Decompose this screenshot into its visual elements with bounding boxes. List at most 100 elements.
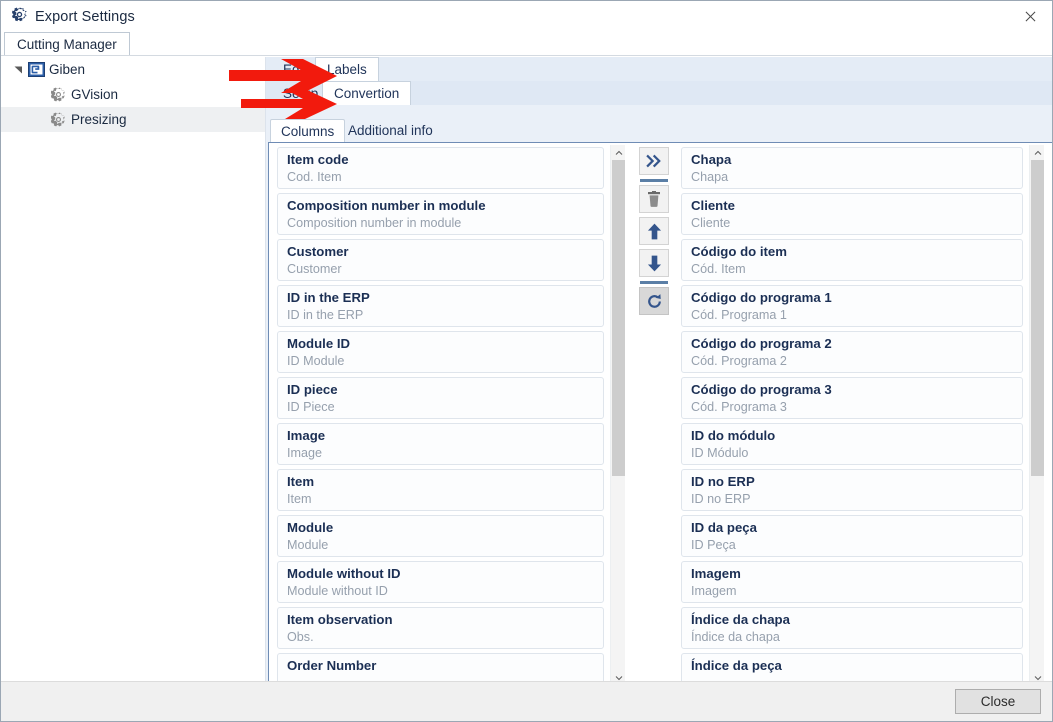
item-title: Module ID bbox=[287, 336, 351, 351]
tree-item-presizing[interactable]: Presizing bbox=[1, 107, 265, 132]
item-title: Índice da peça bbox=[691, 658, 782, 673]
item-subtitle: Cód. Programa 3 bbox=[691, 400, 787, 414]
tab-labels[interactable]: Labels bbox=[315, 57, 379, 81]
selected-column-item[interactable]: Código do item Cód. Item bbox=[681, 239, 1023, 281]
item-title: ID no ERP bbox=[691, 474, 755, 489]
gear-icon bbox=[49, 111, 67, 129]
item-subtitle: Customer bbox=[287, 262, 342, 276]
available-columns-items: Item code Cod. Item Composition number in … bbox=[271, 145, 610, 685]
available-column-item[interactable]: ID in the ERP ID in the ERP bbox=[277, 285, 604, 327]
selected-column-item[interactable]: Índice da chapa Índice da chapa bbox=[681, 607, 1023, 649]
tree-item-label: GVision bbox=[71, 87, 119, 102]
tab-setup[interactable]: Setup bbox=[272, 81, 329, 105]
item-title: Composition number in module bbox=[287, 198, 486, 213]
move-up-button[interactable] bbox=[639, 217, 669, 245]
item-subtitle: Module without ID bbox=[287, 584, 388, 598]
item-subtitle: ID Módulo bbox=[691, 446, 749, 460]
scrollbar-thumb[interactable] bbox=[612, 160, 625, 477]
selected-columns-items: Chapa Chapa Cliente Cliente Código do item Có… bbox=[675, 145, 1029, 685]
item-title: Código do programa 2 bbox=[691, 336, 832, 351]
tab-label: Cutting Manager bbox=[17, 37, 117, 52]
item-subtitle: Composition number in module bbox=[287, 216, 462, 230]
selected-column-item[interactable]: Cliente Cliente bbox=[681, 193, 1023, 235]
item-subtitle: Cód. Programa 2 bbox=[691, 354, 787, 368]
tab-columns[interactable]: Columns bbox=[270, 119, 346, 142]
scrollbar-thumb[interactable] bbox=[1031, 160, 1044, 477]
tab-convertion[interactable]: Convertion bbox=[322, 81, 412, 105]
selected-column-item[interactable]: Chapa Chapa bbox=[681, 147, 1023, 189]
gear-icon bbox=[49, 86, 67, 104]
close-button[interactable]: Close bbox=[955, 689, 1041, 714]
selected-columns-list[interactable]: Chapa Chapa Cliente Cliente Código do item Có… bbox=[675, 145, 1044, 685]
available-column-item[interactable]: Module Module bbox=[277, 515, 604, 557]
item-subtitle: Cliente bbox=[691, 216, 731, 230]
selected-column-item[interactable]: ID da peça ID Peça bbox=[681, 515, 1023, 557]
transfer-button-column bbox=[639, 147, 671, 322]
button-separator bbox=[640, 179, 668, 182]
available-column-item[interactable]: Item observation Obs. bbox=[277, 607, 604, 649]
title-bar: Export Settings bbox=[1, 1, 1052, 33]
item-subtitle: Obs. bbox=[287, 630, 314, 644]
available-column-item[interactable]: Item code Cod. Item bbox=[277, 147, 604, 189]
available-columns-scrollbar[interactable] bbox=[610, 145, 625, 685]
tree-item-gvision[interactable]: GVision bbox=[1, 82, 265, 107]
button-separator bbox=[640, 281, 668, 284]
settings-tree: Giben GVision Presizing bbox=[1, 57, 265, 682]
tab-label: Convertion bbox=[334, 86, 400, 101]
selected-column-item[interactable]: Imagem Imagem bbox=[681, 561, 1023, 603]
tab-additional-info[interactable]: Additional info bbox=[338, 119, 443, 142]
item-subtitle: ID Peça bbox=[691, 538, 736, 552]
close-icon[interactable] bbox=[1009, 1, 1052, 32]
available-column-item[interactable]: Module without ID Module without ID bbox=[277, 561, 604, 603]
footer-bar: Close bbox=[1, 681, 1052, 721]
expander-collapse-icon[interactable] bbox=[11, 63, 25, 77]
item-title: Índice da chapa bbox=[691, 612, 790, 627]
selected-column-item[interactable]: ID no ERP ID no ERP bbox=[681, 469, 1023, 511]
available-column-item[interactable]: Image Image bbox=[277, 423, 604, 465]
available-columns-list[interactable]: Item code Cod. Item Composition number in … bbox=[271, 145, 625, 685]
delete-button[interactable] bbox=[639, 185, 669, 213]
outer-tab-strip: Cutting Manager bbox=[1, 32, 1052, 56]
tab-edit[interactable]: Edit bbox=[272, 57, 317, 81]
selected-column-item[interactable]: ID do módulo ID Módulo bbox=[681, 423, 1023, 465]
export-settings-window: Export Settings Cutting Manager Giben GV… bbox=[0, 0, 1053, 722]
selected-column-item[interactable]: Código do programa 1 Cód. Programa 1 bbox=[681, 285, 1023, 327]
item-title: Customer bbox=[287, 244, 349, 259]
selected-column-item[interactable]: Código do programa 3 Cód. Programa 3 bbox=[681, 377, 1023, 419]
tree-item-giben[interactable]: Giben bbox=[1, 57, 265, 82]
item-subtitle: Module bbox=[287, 538, 329, 552]
item-title: Cliente bbox=[691, 198, 735, 213]
available-column-item[interactable]: Composition number in module Composition … bbox=[277, 193, 604, 235]
tab-group-setup-convertion: Setup Convertion bbox=[266, 81, 1052, 105]
available-column-item[interactable]: Module ID ID Module bbox=[277, 331, 604, 373]
item-subtitle: Índice da chapa bbox=[691, 630, 780, 644]
move-right-button[interactable] bbox=[639, 147, 669, 175]
window-title: Export Settings bbox=[35, 9, 135, 25]
item-subtitle: Cod. Item bbox=[287, 170, 342, 184]
item-subtitle: Imagem bbox=[691, 584, 737, 598]
item-title: Module without ID bbox=[287, 566, 401, 581]
available-column-item[interactable]: ID piece ID Piece bbox=[277, 377, 604, 419]
item-subtitle: Image bbox=[287, 446, 323, 460]
tree-item-label: Presizing bbox=[71, 112, 127, 127]
item-subtitle: Item bbox=[287, 492, 312, 506]
selected-column-item[interactable]: Código do programa 2 Cód. Programa 2 bbox=[681, 331, 1023, 373]
selected-columns-scrollbar[interactable] bbox=[1029, 145, 1044, 685]
item-subtitle: ID Module bbox=[287, 354, 345, 368]
tab-cutting-manager[interactable]: Cutting Manager bbox=[4, 32, 130, 56]
move-down-button[interactable] bbox=[639, 249, 669, 277]
item-subtitle: ID Piece bbox=[287, 400, 335, 414]
gear-icon bbox=[12, 7, 27, 27]
item-title: Item bbox=[287, 474, 315, 489]
item-title: ID piece bbox=[287, 382, 338, 397]
available-column-item[interactable]: Item Item bbox=[277, 469, 604, 511]
tab-label: Additional info bbox=[348, 123, 433, 138]
presizing-settings-panel: Edit Labels Setup Convertion Columns Add… bbox=[265, 57, 1052, 688]
tab-group-edit-labels: Edit Labels bbox=[266, 57, 1052, 81]
refresh-button[interactable] bbox=[639, 287, 669, 315]
tree-item-label: Giben bbox=[49, 62, 86, 77]
available-column-item[interactable]: Customer Customer bbox=[277, 239, 604, 281]
scroll-up-icon[interactable] bbox=[611, 145, 625, 160]
scroll-up-icon[interactable] bbox=[1030, 145, 1044, 160]
item-title: Código do programa 1 bbox=[691, 290, 832, 305]
